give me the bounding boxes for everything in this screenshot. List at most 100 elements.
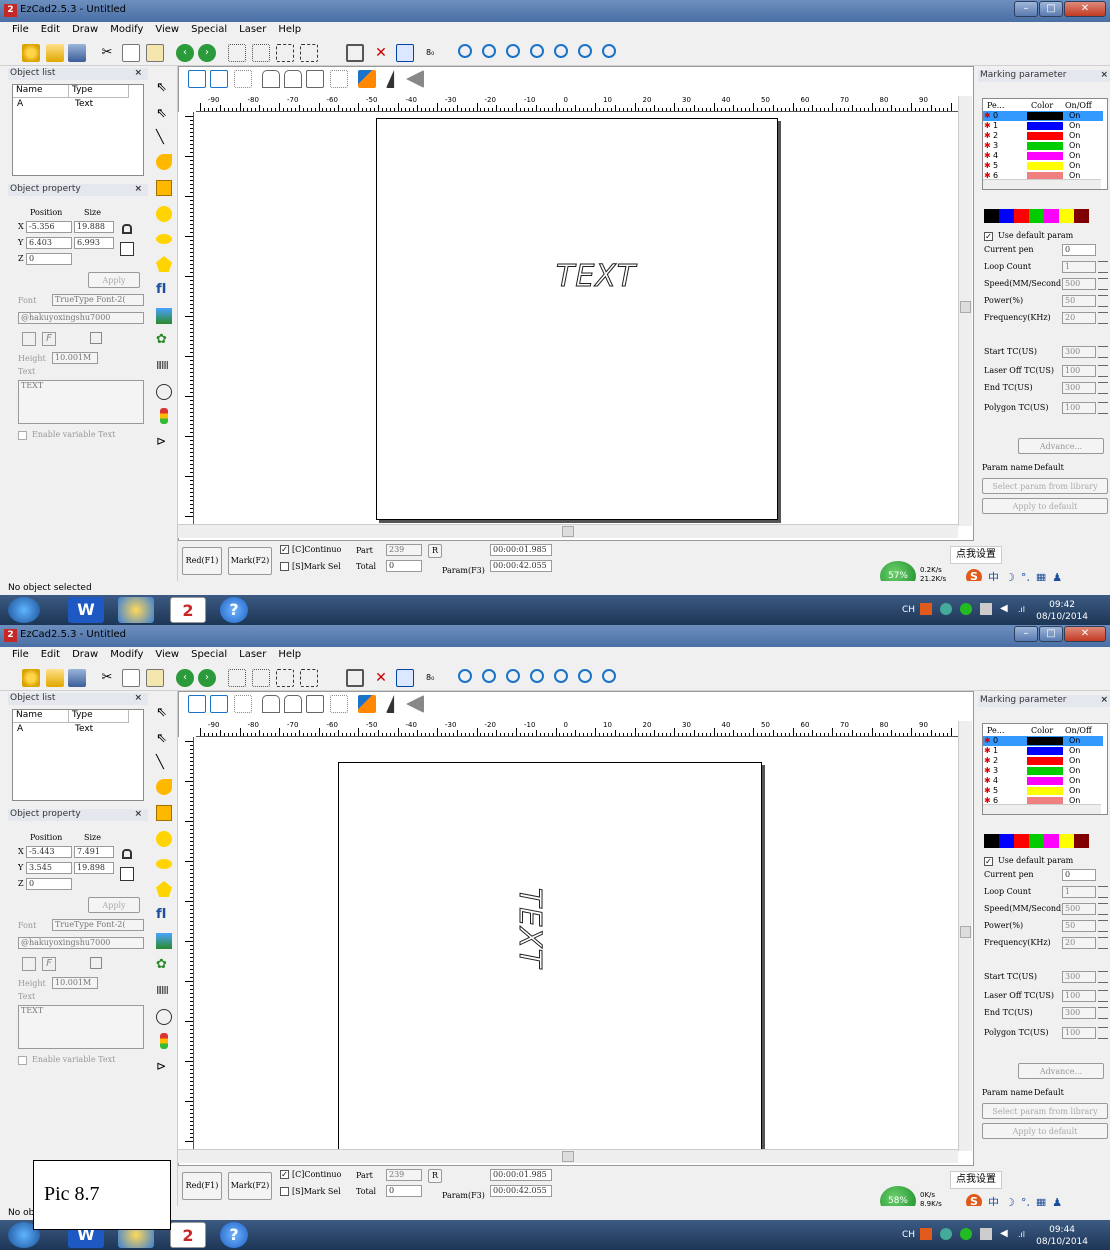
undo-icon[interactable]: ‹	[176, 669, 194, 687]
pen-list[interactable]: Pe... Color On/Off ✱ 0 On ✱ 1 On ✱ 2 On ✱ 3 On ✱ 4 On ✱…	[982, 98, 1108, 190]
ellipse-icon[interactable]	[156, 234, 172, 244]
zoom-icon[interactable]	[458, 44, 472, 58]
spin-button[interactable]	[1098, 1007, 1108, 1019]
select-from-library-button[interactable]: Select param from library	[982, 1103, 1108, 1119]
palette-swatch[interactable]	[1044, 209, 1059, 223]
zoom-out-icon[interactable]	[506, 669, 520, 683]
curve-icon[interactable]	[156, 154, 172, 170]
new-file-icon[interactable]	[22, 669, 40, 687]
variable-text-checkbox[interactable]	[18, 431, 27, 440]
pen-row[interactable]: ✱ 3 On	[983, 141, 1103, 151]
palette-swatch[interactable]	[1074, 209, 1089, 223]
spin-button[interactable]	[1098, 886, 1108, 898]
anchor-grid-icon[interactable]	[120, 867, 134, 881]
delay-clock-icon[interactable]	[156, 384, 172, 400]
clock[interactable]: 09:42 08/10/2014	[1036, 599, 1088, 623]
param-field[interactable]: 0	[1062, 244, 1096, 256]
mark-button[interactable]: Mark(F2)	[228, 547, 272, 575]
spin-button[interactable]	[1098, 365, 1108, 377]
param-field[interactable]: 100	[1062, 402, 1096, 414]
guide-icon[interactable]	[330, 70, 348, 88]
mirror-v-icon[interactable]	[406, 70, 424, 88]
menu-special[interactable]: Special	[185, 22, 233, 38]
menu-view[interactable]: View	[149, 647, 185, 663]
volume-icon[interactable]: ◀	[1000, 603, 1012, 615]
io-signal-icon[interactable]	[160, 1033, 168, 1049]
unlock-object-icon[interactable]	[284, 70, 302, 88]
text-tool-icon[interactable]: fI	[156, 907, 172, 923]
param-field[interactable]: 500	[1062, 278, 1096, 290]
help-app-icon[interactable]: ?	[220, 1222, 248, 1248]
palette-swatch[interactable]	[999, 834, 1014, 848]
apply-to-default-button[interactable]: Apply to default	[982, 498, 1108, 514]
mark-button[interactable]: Mark(F2)	[228, 1172, 272, 1200]
font-type-select[interactable]: TrueType Font-2(	[52, 919, 144, 931]
zoom-select-icon[interactable]	[554, 669, 568, 683]
hatch-icon[interactable]	[346, 669, 364, 687]
redo-icon[interactable]: ›	[198, 669, 216, 687]
sogou-tray-icon[interactable]	[920, 1228, 932, 1240]
save-icon[interactable]	[68, 44, 86, 62]
array-icon[interactable]: 8₀	[426, 44, 444, 62]
apply-button[interactable]: Apply	[88, 272, 140, 288]
variable-text-checkbox[interactable]	[18, 1056, 27, 1065]
save-icon[interactable]	[68, 669, 86, 687]
param-field[interactable]: 300	[1062, 346, 1096, 358]
x-field[interactable]: -5.356	[26, 221, 72, 233]
palette-swatch[interactable]	[999, 209, 1014, 223]
param-button[interactable]: Param(F3)	[442, 566, 485, 575]
open-folder-icon[interactable]	[46, 669, 64, 687]
height-field[interactable]: 6.993	[74, 237, 114, 249]
menu-help[interactable]: Help	[272, 22, 307, 38]
menu-edit[interactable]: Edit	[35, 647, 66, 663]
menu-modify[interactable]: Modify	[104, 647, 149, 663]
object-list[interactable]: Name Type A Text	[12, 709, 144, 801]
pen-list[interactable]: Pe... Color On/Off ✱ 0 On ✱ 1 On ✱ 2 On ✱ 3 On ✱ 4 On ✱…	[982, 723, 1108, 815]
width-field[interactable]: 19.888	[74, 221, 114, 233]
mirror-h-icon[interactable]	[386, 695, 395, 713]
group-icon[interactable]	[188, 70, 206, 88]
palette-swatch[interactable]	[1074, 834, 1089, 848]
param-field[interactable]: 100	[1062, 365, 1096, 377]
italic-icon[interactable]: F	[42, 332, 56, 346]
pen-row[interactable]: ✱ 2 On	[983, 756, 1103, 766]
lock-object-icon[interactable]	[262, 70, 280, 88]
cut-icon[interactable]: ✂	[98, 44, 116, 62]
use-default-checkbox[interactable]: ✓	[984, 232, 993, 241]
paint-app-icon[interactable]	[118, 597, 154, 623]
apply-button[interactable]: Apply	[88, 897, 140, 913]
pen-row[interactable]: ✱ 1 On	[983, 121, 1103, 131]
node-icon[interactable]	[228, 44, 246, 62]
reset-button[interactable]: R	[428, 544, 442, 558]
unlock-object-icon[interactable]	[284, 695, 302, 713]
cut-icon[interactable]: ✂	[98, 669, 116, 687]
mark-selected-checkbox[interactable]	[280, 1187, 289, 1196]
close-icon[interactable]: ×	[134, 809, 142, 819]
param-field[interactable]: 300	[1062, 1007, 1096, 1019]
horizontal-scrollbar[interactable]	[178, 1149, 958, 1163]
red-button[interactable]: Red(F1)	[182, 1172, 222, 1200]
param-field[interactable]: 1	[1062, 886, 1096, 898]
barcode-icon[interactable]: |||||||	[156, 360, 172, 376]
mark-selected-checkbox[interactable]	[280, 562, 289, 571]
pen-row[interactable]: ✱ 3 On	[983, 766, 1103, 776]
z-field[interactable]: 0	[26, 878, 72, 890]
zoom-window-icon[interactable]	[578, 669, 592, 683]
node-icon[interactable]	[228, 669, 246, 687]
close-icon[interactable]: ×	[134, 184, 142, 194]
zoom-page-icon[interactable]	[602, 669, 616, 683]
zoom-all-icon[interactable]	[530, 669, 544, 683]
close-icon[interactable]: ×	[134, 68, 142, 78]
font-name-select[interactable]: @hakuyoxingshu7000	[18, 312, 144, 324]
text-input[interactable]: TEXT	[18, 380, 144, 424]
param-field[interactable]: 300	[1062, 382, 1096, 394]
curve-icon[interactable]	[156, 779, 172, 795]
total-field[interactable]: 0	[386, 560, 422, 572]
menu-file[interactable]: File	[6, 647, 35, 663]
zoom-icon[interactable]	[458, 669, 472, 683]
pen-row[interactable]: ✱ 5 On	[983, 786, 1103, 796]
lock-icon[interactable]	[122, 849, 132, 859]
start-button-icon[interactable]	[8, 597, 40, 623]
menu-special[interactable]: Special	[185, 647, 233, 663]
param-field[interactable]: 100	[1062, 990, 1096, 1002]
